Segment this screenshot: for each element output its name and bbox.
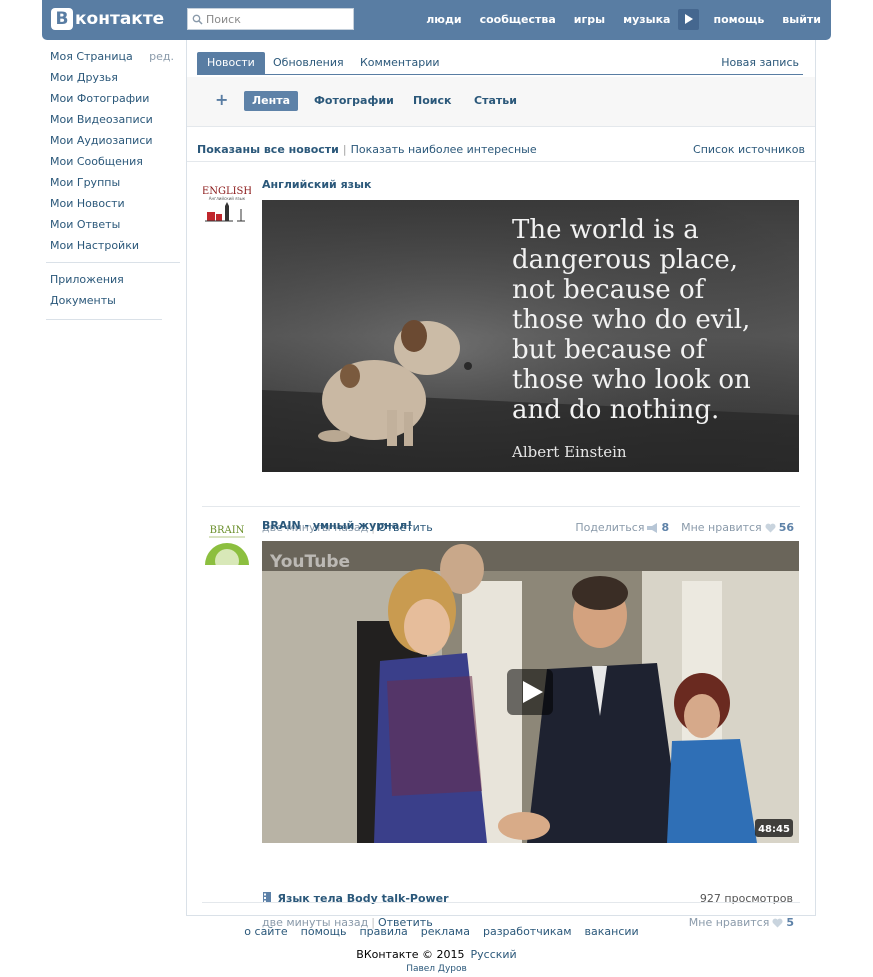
footer-about-link[interactable]: о сайте: [244, 925, 287, 938]
video-views: 927 просмотров: [699, 892, 793, 905]
edit-link[interactable]: ред.: [149, 46, 174, 67]
post-image[interactable]: The world is a dangerous place, not beca…: [262, 200, 799, 472]
video-title[interactable]: Язык тела Body talk-Power: [278, 892, 449, 905]
video-info: Язык тела Body talk-Power 927 просмотров: [262, 892, 799, 908]
top-nav: люди сообщества игры музыка помощь выйти: [408, 0, 821, 38]
svg-text:dangerous place,: dangerous place,: [512, 245, 738, 275]
footer-jobs-link[interactable]: вакансии: [585, 925, 639, 938]
svg-text:The world is a: The world is a: [512, 215, 699, 245]
copyright-text: ВКонтакте © 2015: [356, 948, 465, 961]
video-icon: [262, 892, 272, 906]
news-feed: Новости Обновления Комментарии Новая зап…: [186, 40, 816, 929]
footer-rules-link[interactable]: правила: [359, 925, 407, 938]
tab-updates[interactable]: Обновления: [263, 52, 354, 74]
svg-text:and do nothing.: and do nothing.: [512, 395, 719, 425]
subtab-articles[interactable]: Статьи: [466, 91, 525, 111]
copyright: ВКонтакте © 2015 Русский: [0, 948, 873, 961]
search-input[interactable]: [206, 12, 346, 26]
post-author[interactable]: Английский язык: [262, 178, 371, 191]
nav-people[interactable]: люди: [426, 13, 461, 26]
sidebar-item-messages[interactable]: Мои Сообщения: [44, 151, 180, 172]
share-button[interactable]: Поделиться: [575, 521, 644, 534]
feed-tabs: Новости Обновления Комментарии Новая зап…: [197, 52, 803, 75]
sidebar-item-apps[interactable]: Приложения: [44, 269, 180, 290]
top-header: В контакте люди сообщества игры музыка п…: [42, 0, 831, 40]
search-icon: [188, 9, 206, 29]
sidebar-item-videos[interactable]: Мои Видеозаписи: [44, 109, 180, 130]
language-link[interactable]: Русский: [471, 948, 517, 961]
sidebar-item-label: Моя Страница: [50, 50, 133, 63]
video-duration: 48:45: [758, 824, 790, 835]
footer-help-link[interactable]: помощь: [301, 925, 347, 938]
author-link[interactable]: Павел Дуров: [0, 964, 873, 974]
sidebar-item-friends[interactable]: Мои Друзья: [44, 67, 180, 88]
search-box: [187, 8, 354, 30]
new-post-link[interactable]: Новая запись: [721, 52, 799, 74]
tab-comments[interactable]: Комментарии: [350, 52, 450, 74]
sidebar-item-groups[interactable]: Мои Группы: [44, 172, 180, 193]
svg-text:those who look on: those who look on: [512, 365, 751, 395]
post-author[interactable]: BRAIN - умный журнал!: [262, 519, 412, 532]
left-menu: Моя Страница ред. Мои Друзья Мои Фотограф…: [44, 46, 180, 326]
nav-games[interactable]: игры: [574, 13, 605, 26]
svg-text:but because of: but because of: [512, 335, 708, 365]
nav-music[interactable]: музыка: [623, 13, 670, 26]
vk-logo-letter: В: [51, 8, 73, 30]
video-player[interactable]: YouTube 48:45: [262, 541, 799, 843]
sources-list-link[interactable]: Список источников: [693, 143, 805, 156]
footer-ads-link[interactable]: реклама: [421, 925, 470, 938]
svg-text:not because of: not because of: [512, 275, 707, 305]
youtube-logo: YouTube: [269, 552, 350, 572]
like-button[interactable]: Мне нравится: [681, 521, 762, 534]
subtab-search[interactable]: Поиск: [405, 91, 459, 111]
nav-help[interactable]: помощь: [713, 13, 764, 26]
quote-author: Albert Einstein: [511, 443, 627, 461]
quote-text: The world is a dangerous place, not beca…: [512, 215, 751, 425]
avatar[interactable]: BRAIN: [203, 517, 251, 565]
sidebar-item-photos[interactable]: Мои Фотографии: [44, 88, 180, 109]
feed-filter: Показаны все новости | Показать наиболее и…: [197, 143, 805, 156]
sidebar-divider: [46, 262, 180, 263]
vk-logo[interactable]: В контакте: [51, 6, 164, 32]
page-footer: о сайте помощь правила реклама разработч…: [0, 925, 873, 974]
sidebar-item-documents[interactable]: Документы: [44, 290, 180, 311]
megaphone-icon: [647, 522, 658, 533]
avatar-text: BRAIN: [210, 525, 245, 536]
sidebar-item-my-page[interactable]: Моя Страница ред.: [44, 46, 180, 67]
sidebar-item-settings[interactable]: Мои Настройки: [44, 235, 180, 256]
share-count: 8: [661, 521, 670, 534]
tab-news[interactable]: Новости: [197, 52, 265, 74]
nav-communities[interactable]: сообщества: [480, 13, 556, 26]
subtab-photos[interactable]: Фотографии: [306, 91, 402, 111]
like-count: 56: [778, 521, 794, 534]
footer-developers-link[interactable]: разработчикам: [483, 925, 572, 938]
footer-links: о сайте помощь правила реклама разработч…: [10, 925, 873, 938]
play-icon[interactable]: [678, 8, 700, 30]
sidebar-item-audio[interactable]: Мои Аудиозаписи: [44, 130, 180, 151]
sidebar-divider: [46, 319, 162, 320]
nav-logout[interactable]: выйти: [782, 13, 821, 26]
sidebar-item-news[interactable]: Мои Новости: [44, 193, 180, 214]
svg-text:those who do evil,: those who do evil,: [512, 305, 750, 335]
add-list-button[interactable]: +: [211, 90, 232, 110]
filter-all-news: Показаны все новости: [197, 143, 339, 156]
avatar-subtext: Английский язык: [209, 196, 246, 201]
sidebar-item-answers[interactable]: Мои Ответы: [44, 214, 180, 235]
subtab-feed[interactable]: Лента: [244, 91, 298, 111]
avatar[interactable]: ENGLISH Английский язык: [203, 176, 251, 224]
filter-interesting-link[interactable]: Показать наиболее интересные: [351, 143, 537, 156]
feed-subtabs: + Лента Фотографии Поиск Статьи: [187, 77, 815, 127]
vk-logo-text: контакте: [75, 9, 165, 29]
heart-icon: [765, 523, 776, 533]
